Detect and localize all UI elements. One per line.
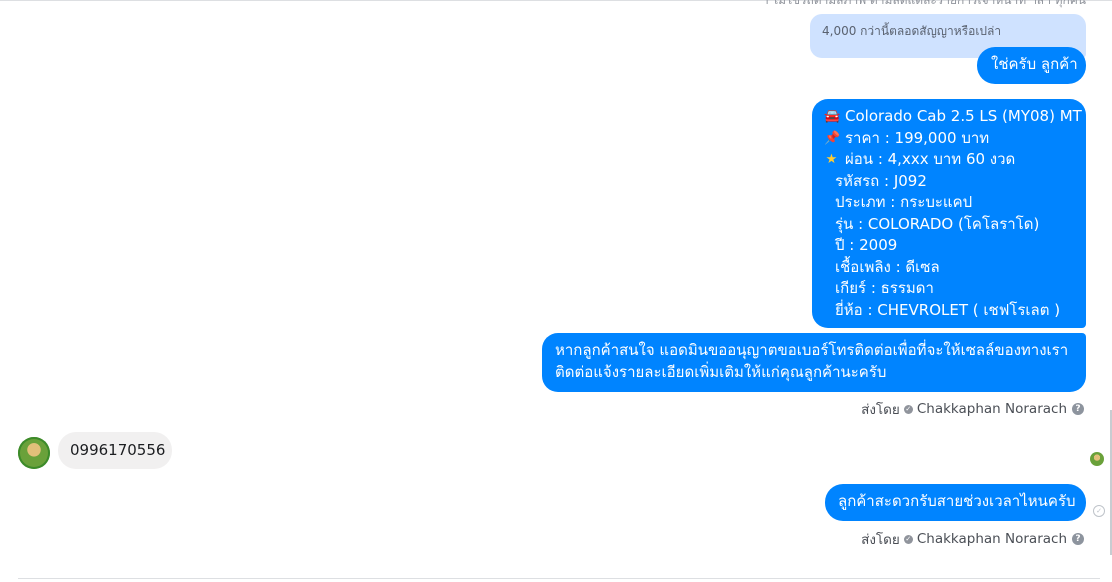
car-brand: ยี่ห้อ : CHEVROLET ( เชฟโรเลต ) bbox=[835, 300, 1061, 319]
seen-indicator-avatar bbox=[1090, 452, 1104, 466]
message-text: หากลูกค้าสนใจ แอดมินขออนุญาตขอเบอร์โทรติ… bbox=[555, 341, 1069, 381]
car-model: รุ่น : COLORADO (โคโลราโด) bbox=[835, 214, 1040, 233]
verified-icon: ✓ bbox=[903, 534, 913, 544]
sender-name[interactable]: Chakkaphan Norarach bbox=[917, 401, 1067, 417]
previous-message-fragment: ฯ ไม่ใช่รถตามสภาพ ตามลดแต่ละรายการเจ้าหน… bbox=[761, 0, 1086, 7]
car-icon: 🚘 bbox=[824, 109, 841, 124]
message-text: 0996170556 bbox=[70, 441, 166, 459]
permission-message-bubble[interactable]: หากลูกค้าสนใจ แอดมินขออนุญาตขอเบอร์โทรติ… bbox=[542, 333, 1086, 392]
sent-by-info: ส่งโดย ✓ Chakkaphan Norarach ? bbox=[861, 398, 1084, 420]
car-price: ราคา : 199,000 บาท bbox=[845, 128, 990, 147]
star-icon: ★ bbox=[825, 152, 838, 167]
sent-check-icon: ✓ bbox=[1093, 505, 1105, 517]
customer-avatar[interactable] bbox=[18, 437, 50, 469]
composer-border bbox=[18, 578, 1100, 582]
replied-message-text: 4,000 กว่านี้ตลอดสัญญาหรือเปล่า bbox=[822, 24, 1002, 38]
incoming-message-bubble[interactable]: 0996170556 bbox=[58, 432, 172, 469]
message-text: ใช่ครับ ลูกค้า bbox=[991, 55, 1078, 73]
message-text: ลูกค้าสะดวกรับสายช่วงเวลาไหนครับ bbox=[838, 492, 1076, 510]
help-icon[interactable]: ? bbox=[1072, 403, 1084, 415]
car-fuel: เชื้อเพลิง : ดีเซล bbox=[835, 257, 940, 276]
pushpin-icon: 📌 bbox=[824, 130, 841, 146]
car-listing-message[interactable]: 🚘 Colorado Cab 2.5 LS (MY08) MT 📌 ราคา : 1… bbox=[812, 99, 1086, 328]
car-title: Colorado Cab 2.5 LS (MY08) MT bbox=[845, 107, 1082, 125]
sent-by-info: ส่งโดย ✓ Chakkaphan Norarach ? bbox=[861, 528, 1084, 550]
sent-by-label: ส่งโดย bbox=[861, 402, 900, 418]
sender-name[interactable]: Chakkaphan Norarach bbox=[917, 531, 1067, 547]
sent-by-label: ส่งโดย bbox=[861, 532, 900, 548]
outgoing-message-bubble[interactable]: ใช่ครับ ลูกค้า bbox=[977, 47, 1086, 84]
outgoing-message-bubble[interactable]: ลูกค้าสะดวกรับสายช่วงเวลาไหนครับ bbox=[825, 484, 1086, 521]
car-gear: เกียร์ : ธรรมดา bbox=[835, 279, 934, 297]
car-year: ปี : 2009 bbox=[835, 236, 898, 254]
car-code: รหัสรถ : J092 bbox=[835, 171, 927, 190]
help-icon[interactable]: ? bbox=[1072, 533, 1084, 545]
verified-icon: ✓ bbox=[903, 404, 913, 414]
car-type: ประเภท : กระบะแคป bbox=[835, 193, 973, 211]
car-installment: ผ่อน : 4,xxx บาท 60 งวด bbox=[845, 150, 1016, 168]
